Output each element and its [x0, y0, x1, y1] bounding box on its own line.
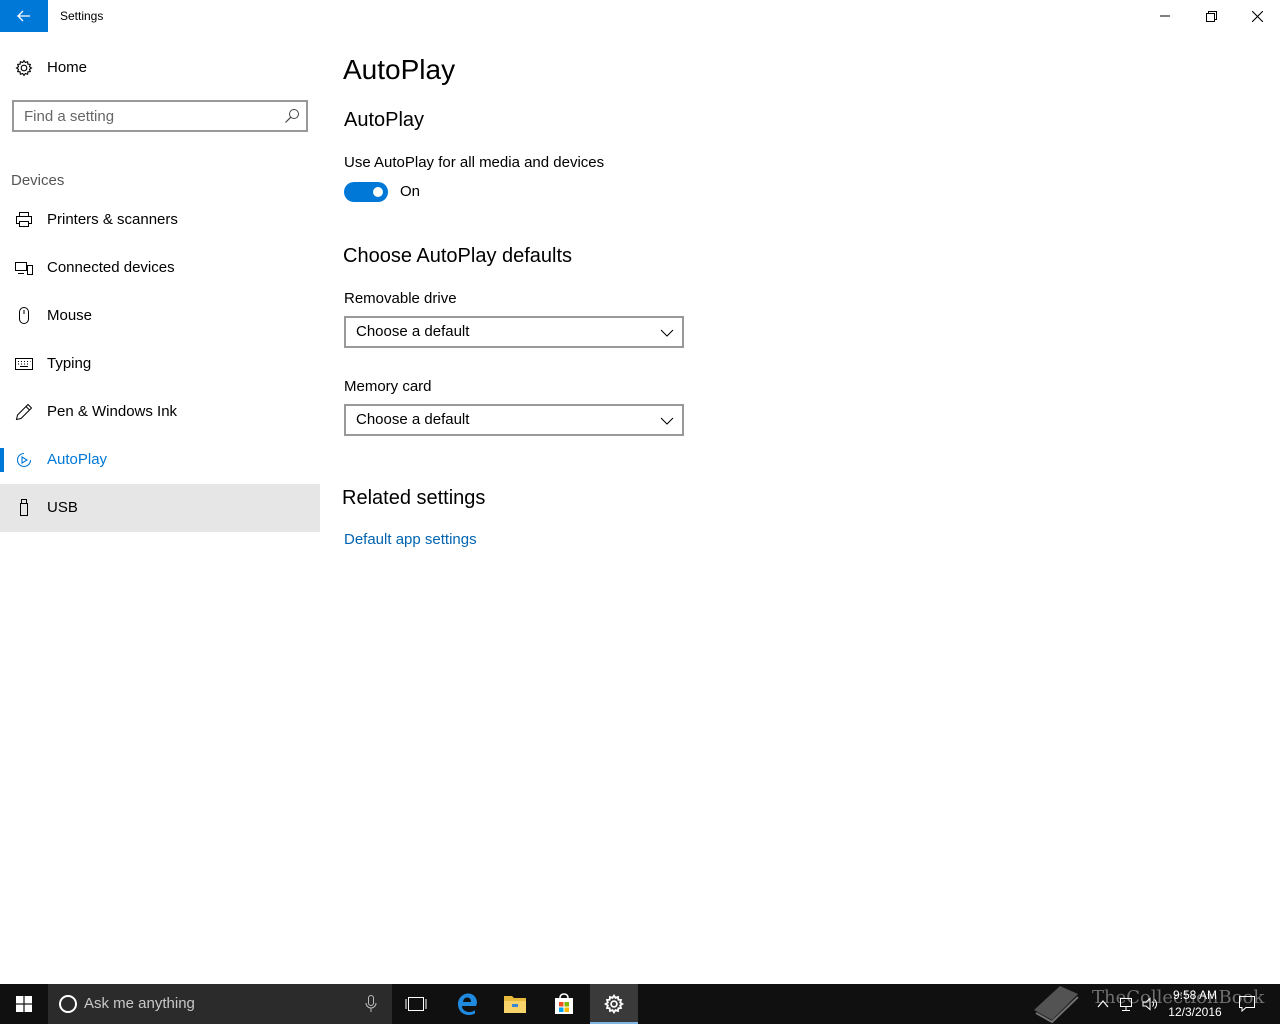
window-title: Settings [60, 9, 104, 23]
connected-devices-icon [14, 258, 34, 278]
sidebar-item-pen-windows-ink[interactable]: Pen & Windows Ink [0, 388, 320, 436]
taskbar-clock[interactable]: 9:58 AM 12/3/2016 [1162, 987, 1228, 1021]
main-content: AutoPlay AutoPlay Use AutoPlay for all m… [320, 32, 1280, 984]
gear-icon [14, 58, 34, 78]
sidebar-item-label: Home [47, 59, 88, 76]
sidebar-item-printers-scanners[interactable]: Printers & scanners [0, 196, 320, 244]
search-input[interactable] [24, 106, 274, 126]
back-button[interactable] [0, 0, 48, 32]
close-button[interactable] [1234, 0, 1280, 32]
store-icon [555, 993, 573, 1014]
sidebar-item-label: Printers & scanners [47, 211, 178, 228]
cortana-search-box[interactable]: Ask me anything [48, 984, 392, 1024]
sidebar-item-home[interactable]: Home [0, 44, 320, 92]
keyboard-icon [14, 354, 34, 374]
edge-browser-button[interactable] [443, 984, 491, 1024]
autoplay-defaults-heading: Choose AutoPlay defaults [343, 245, 573, 267]
memory-card-label: Memory card [344, 378, 432, 395]
autoplay-toggle-label: Use AutoPlay for all media and devices [344, 154, 605, 171]
sidebar-item-label: AutoPlay [47, 451, 108, 468]
file-explorer-button[interactable] [491, 984, 539, 1024]
clock-date: 12/3/2016 [1168, 1005, 1222, 1019]
search-icon [285, 109, 299, 123]
removable-drive-label: Removable drive [344, 290, 457, 307]
sidebar-item-label: Typing [47, 355, 92, 372]
settings-taskbar-button[interactable] [590, 984, 638, 1024]
default-app-settings-link[interactable]: Default app settings [344, 531, 477, 548]
toggle-state-text: On [400, 183, 421, 200]
memory-card-dropdown[interactable]: Choose a default [344, 404, 684, 436]
watermark-book-logo [1034, 986, 1079, 1024]
sidebar-item-usb[interactable]: USB [0, 484, 320, 532]
selection-indicator [0, 448, 4, 472]
action-center-icon[interactable] [1238, 995, 1256, 1013]
folder-icon [504, 996, 526, 1013]
page-title: AutoPlay [343, 54, 456, 85]
sidebar-item-label: Mouse [47, 307, 93, 324]
task-view-button[interactable] [392, 984, 440, 1024]
edge-icon [458, 993, 477, 1015]
sidebar-item-connected-devices[interactable]: Connected devices [0, 244, 320, 292]
removable-drive-dropdown[interactable]: Choose a default [344, 316, 684, 348]
clock-time: 9:58 AM [1172, 988, 1218, 1002]
minimize-icon [1160, 15, 1170, 17]
related-settings-heading: Related settings [342, 487, 486, 509]
sidebar-item-mouse[interactable]: Mouse [0, 292, 320, 340]
autoplay-icon [14, 450, 34, 470]
windows-logo-icon [16, 996, 32, 1012]
pen-icon [14, 402, 34, 422]
close-icon [1251, 10, 1263, 22]
start-button[interactable] [0, 984, 48, 1024]
network-icon[interactable] [1118, 996, 1134, 1012]
dropdown-value: Choose a default [356, 411, 470, 428]
autoplay-heading: AutoPlay [344, 109, 425, 131]
dropdown-value: Choose a default [356, 323, 470, 340]
back-arrow-icon [17, 10, 30, 22]
taskbar: Ask me anything TheCollectionBook 9:58 A… [0, 984, 1280, 1024]
minimize-button[interactable] [1142, 0, 1188, 32]
mouse-icon [14, 306, 34, 326]
gear-icon [604, 994, 624, 1014]
cortana-search-text: Ask me anything [84, 995, 195, 1012]
sidebar-item-label: Connected devices [47, 259, 175, 276]
microphone-icon[interactable] [364, 995, 378, 1013]
restore-icon [1205, 10, 1217, 22]
restore-button[interactable] [1188, 0, 1234, 32]
sidebar-item-label: USB [47, 499, 78, 516]
autoplay-toggle[interactable] [344, 182, 388, 202]
task-view-icon [405, 997, 427, 1011]
sidebar: Home Devices Printers & scanners [0, 32, 320, 984]
usb-icon [14, 498, 34, 518]
store-button[interactable] [540, 984, 588, 1024]
chevron-down-icon [660, 417, 674, 425]
toggle-knob [373, 187, 383, 197]
show-hidden-icons-chevron-up-icon[interactable] [1095, 996, 1111, 1012]
volume-icon[interactable] [1142, 996, 1158, 1012]
cortana-icon [59, 995, 77, 1013]
search-field[interactable] [12, 100, 308, 132]
sidebar-item-autoplay[interactable]: AutoPlay [0, 436, 320, 484]
section-header-devices: Devices [11, 172, 65, 189]
printer-icon [14, 210, 34, 230]
sidebar-item-typing[interactable]: Typing [0, 340, 320, 388]
chevron-down-icon [660, 329, 674, 337]
sidebar-item-label: Pen & Windows Ink [47, 403, 178, 420]
title-bar: Settings [0, 0, 1280, 32]
